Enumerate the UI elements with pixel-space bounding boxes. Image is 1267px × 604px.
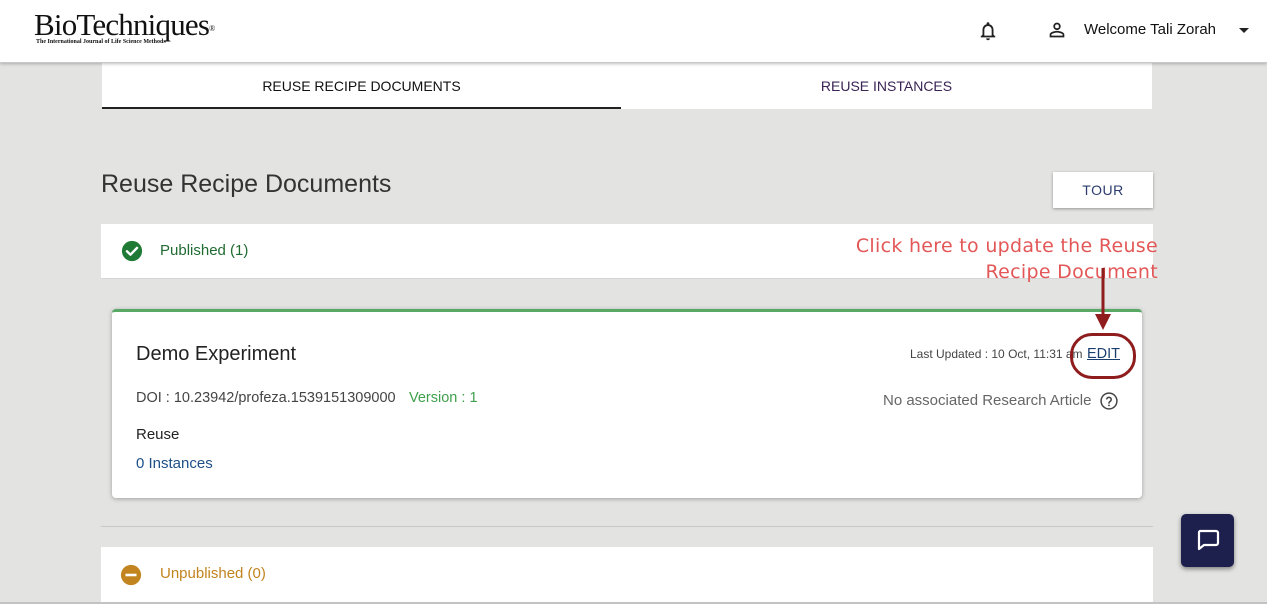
logo[interactable]: BioTechniques® [34, 7, 215, 42]
logo-tagline: The International Journal of Life Scienc… [36, 39, 166, 45]
tour-button[interactable]: TOUR [1053, 172, 1153, 208]
chat-button[interactable] [1181, 514, 1234, 567]
top-header: BioTechniques® The International Journal… [0, 0, 1267, 63]
annotation-line-1: Click here to update the Reuse [855, 235, 1158, 257]
instances-link[interactable]: 0 Instances [136, 455, 213, 472]
caret-down-icon[interactable] [1237, 20, 1251, 40]
tab-reuse-recipe-documents[interactable]: REUSE RECIPE DOCUMENTS [102, 63, 621, 109]
no-article-text: No associated Research Article [883, 392, 1092, 409]
user-icon[interactable] [1046, 19, 1068, 41]
version-text: Version : 1 [409, 390, 478, 406]
recipe-card: Demo Experiment DOI : 10.23942/profeza.1… [112, 309, 1142, 498]
recipe-title[interactable]: Demo Experiment [136, 343, 296, 366]
minus-circle-icon [120, 564, 142, 586]
bell-icon[interactable] [977, 20, 999, 42]
check-circle-icon [121, 240, 143, 262]
help-icon[interactable] [1099, 391, 1119, 411]
published-label: Published (1) [160, 242, 249, 259]
welcome-user-label[interactable]: Welcome Tali Zorah [1084, 21, 1216, 38]
arrow-down-icon [1095, 268, 1111, 330]
unpublished-label: Unpublished (0) [160, 565, 266, 582]
logo-text: BioTechniques [34, 7, 210, 42]
reuse-label: Reuse [136, 426, 180, 443]
doi-text: DOI : 10.23942/profeza.1539151309000 [136, 390, 396, 406]
tab-bar: REUSE RECIPE DOCUMENTS REUSE INSTANCES [102, 63, 1152, 109]
edit-button[interactable]: EDIT [1087, 346, 1120, 362]
section-divider [101, 526, 1153, 527]
chat-icon [1197, 529, 1220, 551]
tab-reuse-instances[interactable]: REUSE INSTANCES [621, 63, 1152, 109]
unpublished-section-header[interactable]: Unpublished (0) [101, 547, 1153, 604]
page-title: Reuse Recipe Documents [101, 170, 392, 198]
last-updated-text: Last Updated : 10 Oct, 11:31 am [910, 347, 1083, 361]
